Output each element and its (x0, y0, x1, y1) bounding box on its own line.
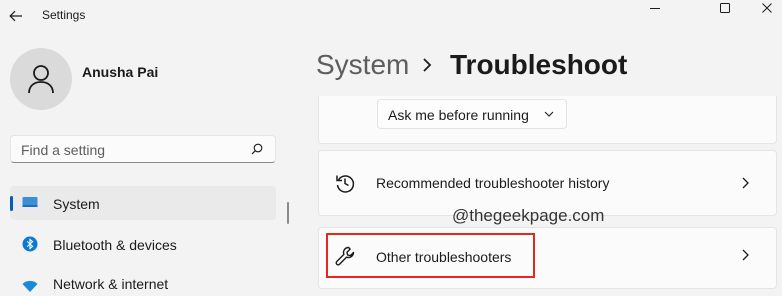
minimize-icon (650, 8, 660, 9)
maximize-icon (720, 3, 730, 13)
history-icon (336, 175, 355, 193)
minimize-button[interactable] (632, 0, 678, 16)
back-button[interactable] (2, 4, 30, 28)
breadcrumb-parent[interactable]: System (316, 49, 409, 81)
watermark-text: @thegeekpage.com (452, 206, 605, 225)
user-icon (28, 65, 54, 94)
close-button[interactable] (744, 0, 782, 16)
sidebar-scrollbar[interactable] (287, 202, 289, 224)
sidebar-item-network[interactable]: Network & internet (10, 266, 276, 296)
search-placeholder: Find a setting (21, 142, 106, 158)
sidebar-item-label: Bluetooth & devices (53, 237, 177, 253)
close-icon (762, 3, 772, 13)
chevron-down-icon (544, 111, 554, 117)
monitor-icon (22, 197, 38, 207)
row-label: Recommended troubleshooter history (376, 175, 610, 191)
selection-indicator (10, 196, 13, 211)
search-input[interactable]: Find a setting (10, 135, 276, 163)
maximize-button[interactable] (702, 0, 748, 16)
troubleshooter-preference-dropdown[interactable]: Ask me before running (377, 99, 567, 129)
sidebar-item-system[interactable]: System (10, 186, 276, 220)
bluetooth-icon (22, 236, 38, 252)
chevron-right-icon (742, 249, 749, 261)
sidebar-item-bluetooth[interactable]: Bluetooth & devices (10, 227, 276, 261)
sidebar-item-label: Network & internet (53, 276, 169, 292)
page-title: Troubleshoot (450, 49, 628, 80)
chevron-right-icon (742, 177, 749, 189)
user-name: Anusha Pai (82, 64, 159, 80)
highlight-box (326, 233, 535, 278)
back-arrow-icon (9, 10, 22, 22)
sidebar-item-label: System (53, 196, 100, 212)
wifi-icon (22, 280, 38, 292)
dropdown-value: Ask me before running (388, 107, 529, 123)
chevron-right-icon (423, 58, 432, 72)
avatar[interactable] (10, 48, 72, 110)
search-icon[interactable] (251, 143, 263, 155)
app-title: Settings (42, 8, 86, 22)
